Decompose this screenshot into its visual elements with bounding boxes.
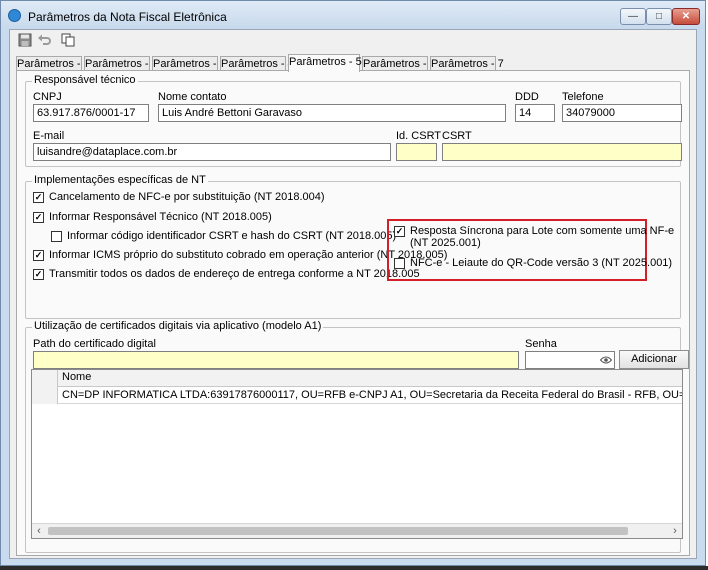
taskbar-strip — [0, 566, 708, 570]
checkbox-label: Informar Responsável Técnico (NT 2018.00… — [49, 211, 272, 223]
undo-icon[interactable] — [37, 33, 51, 47]
window-title: Parâmetros da Nota Fiscal Eletrônica — [28, 10, 227, 24]
idcsrt-label: Id. CSRT — [396, 130, 442, 142]
tab-parametros-2[interactable]: Parâmetros - 2 — [84, 56, 158, 71]
checkbox-label: Resposta Síncrona para Lote com somente … — [410, 225, 675, 237]
eye-icon[interactable] — [600, 355, 612, 365]
tab-panel: Responsável técnico CNPJ 63.917.876/0001… — [16, 70, 690, 556]
checkbox-label: Transmitir todos os dados de endereço de… — [49, 268, 420, 280]
save-icon[interactable] — [18, 33, 32, 47]
path-field[interactable] — [33, 351, 519, 369]
app-icon — [8, 9, 21, 22]
cnpj-label: CNPJ — [33, 91, 62, 103]
grid-row-header — [32, 370, 58, 404]
tab-parametros-7[interactable]: Parâmetros - 7 — [430, 56, 504, 71]
certificados-legend: Utilização de certificados digitais via … — [32, 320, 324, 332]
certificados-grid[interactable]: Nome CN=DP INFORMATICA LTDA:639178760001… — [31, 369, 683, 539]
grid-header: Nome — [32, 370, 682, 387]
nome-contato-label: Nome contato — [158, 91, 227, 103]
ddd-field[interactable]: 14 — [515, 104, 555, 122]
checkbox-mark[interactable] — [394, 258, 405, 269]
checkbox-mark[interactable]: ✓ — [33, 212, 44, 223]
checkbox-label: Informar código identificador CSRT e has… — [67, 230, 397, 242]
ddd-label: DDD — [515, 91, 539, 103]
checkbox-label-line2: (NT 2025.001) — [410, 237, 481, 249]
scroll-thumb[interactable] — [48, 527, 628, 535]
email-label: E-mail — [33, 130, 65, 142]
senha-label: Senha — [525, 338, 557, 350]
tab-parametros-4[interactable]: Parâmetros - 4 — [220, 56, 294, 71]
copy-icon[interactable] — [61, 33, 75, 47]
scroll-right-icon[interactable]: › — [668, 524, 682, 538]
horizontal-scrollbar[interactable]: ‹ › — [32, 523, 682, 538]
scroll-left-icon[interactable]: ‹ — [32, 524, 46, 538]
tab-parametros-5[interactable]: Parâmetros - 5 — [288, 54, 362, 72]
path-label: Path do certificado digital — [33, 338, 156, 350]
checkbox-mark[interactable] — [51, 231, 62, 242]
minimize-button[interactable]: — — [620, 8, 646, 25]
tab-parametros-3[interactable]: Parâmetros - 3 — [152, 56, 226, 71]
tab-parametros-1[interactable]: Parâmetros - 1 — [16, 56, 90, 71]
nome-contato-field[interactable]: Luis André Bettoni Garavaso — [158, 104, 506, 122]
checkbox-label: NFC-e - Leiaute do QR-Code versão 3 (NT … — [410, 257, 673, 269]
csrt-label: CSRT — [442, 130, 472, 142]
telefone-label: Telefone — [562, 91, 604, 103]
csrt-field[interactable] — [442, 143, 682, 161]
telefone-field[interactable]: 34079000 — [562, 104, 682, 122]
tab-parametros-6[interactable]: Parâmetros - 6 — [362, 56, 436, 71]
cnpj-field[interactable]: 63.917.876/0001-17 — [33, 104, 149, 122]
email-field[interactable]: luisandre@dataplace.com.br — [33, 143, 391, 161]
checkbox-mark[interactable]: ✓ — [33, 269, 44, 280]
implementacoes-legend: Implementações específicas de NT — [32, 174, 208, 186]
checkbox-mark[interactable]: ✓ — [33, 250, 44, 261]
title-bar[interactable]: Parâmetros da Nota Fiscal Eletrônica — □… — [1, 1, 705, 29]
toolbar — [10, 30, 696, 50]
main-window: Parâmetros da Nota Fiscal Eletrônica — □… — [0, 0, 706, 566]
checkbox-mark[interactable]: ✓ — [394, 226, 405, 237]
checkbox-label: Cancelamento de NFC-e por substituição (… — [49, 191, 325, 203]
grid-column-nome[interactable]: Nome — [62, 371, 91, 383]
idcsrt-field[interactable] — [396, 143, 437, 161]
close-button[interactable]: ✕ — [672, 8, 700, 25]
maximize-button[interactable]: □ — [646, 8, 672, 25]
client-area: Parâmetros - 1 Parâmetros - 2 Parâmetros… — [9, 29, 697, 559]
responsavel-legend: Responsável técnico — [32, 74, 138, 86]
table-row[interactable]: CN=DP INFORMATICA LTDA:63917876000117, O… — [58, 387, 682, 404]
checkbox-mark[interactable]: ✓ — [33, 192, 44, 203]
adicionar-button[interactable]: Adicionar — [619, 350, 689, 369]
